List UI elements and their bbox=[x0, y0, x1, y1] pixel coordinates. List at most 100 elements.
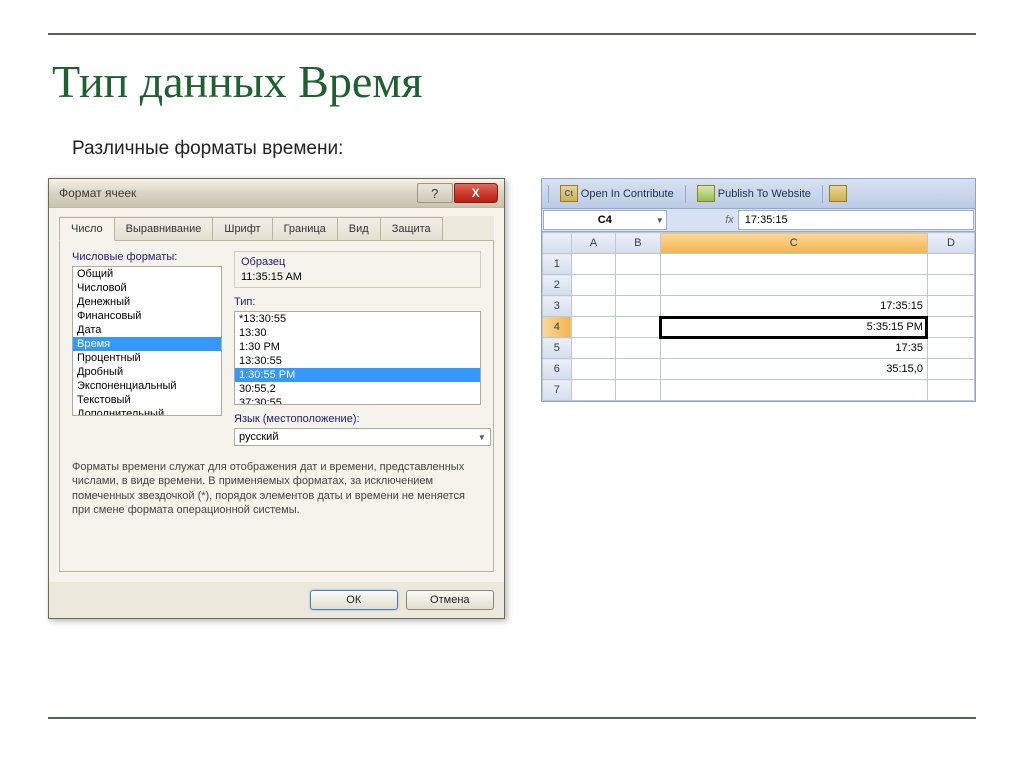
cancel-button[interactable]: Отмена bbox=[406, 590, 494, 610]
help-button[interactable]: ? bbox=[417, 183, 453, 203]
name-box-value: C4 bbox=[598, 214, 612, 226]
contribute-icon: Ct bbox=[560, 185, 578, 202]
format-option[interactable]: Дата bbox=[73, 323, 221, 337]
cell[interactable] bbox=[927, 275, 974, 296]
type-option[interactable]: *13:30:55 bbox=[235, 312, 480, 326]
cell[interactable] bbox=[616, 380, 660, 401]
toolbar-extra-icon[interactable] bbox=[829, 185, 847, 202]
format-option[interactable]: Текстовый bbox=[73, 393, 221, 407]
row-header[interactable]: 2 bbox=[542, 275, 571, 296]
row-header[interactable]: 4 bbox=[542, 317, 571, 338]
cell[interactable] bbox=[616, 317, 660, 338]
number-formats-label: Числовые форматы: bbox=[72, 251, 222, 263]
cell[interactable]: 17:35 bbox=[660, 338, 927, 359]
format-option[interactable]: Процентный bbox=[73, 351, 221, 365]
cell[interactable] bbox=[927, 317, 974, 338]
cell[interactable]: 35:15,0 bbox=[660, 359, 927, 380]
slide-title: Тип данных Время bbox=[52, 55, 976, 108]
cell[interactable] bbox=[571, 296, 615, 317]
formula-value: 17:35:15 bbox=[745, 214, 788, 226]
type-option[interactable]: 13:30 bbox=[235, 326, 480, 340]
column-header[interactable]: D bbox=[927, 233, 974, 254]
cell[interactable] bbox=[571, 317, 615, 338]
open-in-contribute-button[interactable]: Ct Open In Contribute bbox=[555, 183, 679, 204]
tab-шрифт[interactable]: Шрифт bbox=[212, 217, 272, 241]
format-option[interactable]: Дополнительный bbox=[73, 407, 221, 416]
type-option[interactable]: 1:30 PM bbox=[235, 340, 480, 354]
cell[interactable] bbox=[571, 338, 615, 359]
dialog-title: Формат ячеек bbox=[59, 186, 417, 200]
open-contribute-label: Open In Contribute bbox=[581, 188, 674, 200]
type-option[interactable]: 13:30:55 bbox=[235, 354, 480, 368]
cell[interactable] bbox=[927, 296, 974, 317]
cell[interactable] bbox=[927, 380, 974, 401]
tab-вид[interactable]: Вид bbox=[337, 217, 381, 241]
formula-input[interactable]: 17:35:15 bbox=[738, 210, 974, 230]
format-option[interactable]: Экспоненциальный bbox=[73, 379, 221, 393]
format-option[interactable]: Общий bbox=[73, 267, 221, 281]
type-option[interactable]: 30:55,2 bbox=[235, 382, 480, 396]
tab-число[interactable]: Число bbox=[59, 217, 115, 241]
cell[interactable] bbox=[616, 254, 660, 275]
format-option[interactable]: Числовой bbox=[73, 281, 221, 295]
cell[interactable]: 17:35:15 bbox=[660, 296, 927, 317]
chevron-down-icon[interactable]: ▼ bbox=[656, 216, 664, 225]
publish-label: Publish To Website bbox=[718, 188, 811, 200]
dialog-titlebar[interactable]: Формат ячеек ? X bbox=[49, 179, 504, 208]
column-header[interactable]: C bbox=[660, 233, 927, 254]
cell[interactable] bbox=[927, 254, 974, 275]
number-formats-listbox[interactable]: ОбщийЧисловойДенежныйФинансовыйДатаВремя… bbox=[72, 266, 222, 416]
fx-label[interactable]: fx bbox=[668, 209, 738, 231]
close-button[interactable]: X bbox=[454, 183, 498, 203]
row-header[interactable]: 3 bbox=[542, 296, 571, 317]
spreadsheet-grid[interactable]: ABCD 123 17:35:15 4 5:35:15 PM 5 17:35 6 35:15,0… bbox=[542, 232, 975, 401]
cell[interactable] bbox=[616, 359, 660, 380]
type-label: Тип: bbox=[234, 296, 481, 308]
cell[interactable] bbox=[571, 254, 615, 275]
sample-label: Образец bbox=[241, 256, 474, 268]
locale-label: Язык (местоположение): bbox=[234, 413, 481, 425]
locale-dropdown[interactable]: русский ▼ bbox=[234, 428, 491, 446]
publish-to-website-button[interactable]: Publish To Website bbox=[692, 183, 816, 204]
cell[interactable] bbox=[616, 275, 660, 296]
cell[interactable] bbox=[660, 254, 927, 275]
format-description: Форматы времени служат для отображения д… bbox=[72, 460, 481, 517]
cell[interactable] bbox=[660, 275, 927, 296]
cell[interactable]: 5:35:15 PM bbox=[660, 317, 927, 338]
formula-bar: C4 ▼ fx 17:35:15 bbox=[542, 209, 975, 232]
format-option[interactable]: Финансовый bbox=[73, 309, 221, 323]
ok-button[interactable]: ОК bbox=[310, 590, 398, 610]
tab-number-panel: Числовые форматы: ОбщийЧисловойДенежныйФ… bbox=[59, 240, 494, 572]
row-header[interactable]: 7 bbox=[542, 380, 571, 401]
chevron-down-icon: ▼ bbox=[478, 433, 486, 442]
column-header[interactable]: B bbox=[616, 233, 660, 254]
tab-граница[interactable]: Граница bbox=[272, 217, 338, 241]
cell[interactable] bbox=[660, 380, 927, 401]
type-option[interactable]: 37:30:55 bbox=[235, 396, 480, 405]
sample-group: Образец 11:35:15 AM bbox=[234, 251, 481, 288]
format-option[interactable]: Денежный bbox=[73, 295, 221, 309]
type-option[interactable]: 1:30:55 PM bbox=[235, 368, 480, 382]
dialog-tabstrip: ЧислоВыравниваниеШрифтГраницаВидЗащита bbox=[59, 216, 494, 240]
cell[interactable] bbox=[927, 359, 974, 380]
column-header[interactable]: A bbox=[571, 233, 615, 254]
cell[interactable] bbox=[571, 359, 615, 380]
cell[interactable] bbox=[616, 338, 660, 359]
slide-subtitle: Различные форматы времени: bbox=[72, 138, 976, 160]
tab-защита[interactable]: Защита bbox=[380, 217, 443, 241]
row-header[interactable]: 6 bbox=[542, 359, 571, 380]
sample-value: 11:35:15 AM bbox=[241, 271, 474, 283]
tab-выравнивание[interactable]: Выравнивание bbox=[114, 217, 214, 241]
cell[interactable] bbox=[616, 296, 660, 317]
row-header[interactable]: 5 bbox=[542, 338, 571, 359]
cell[interactable] bbox=[571, 380, 615, 401]
format-option[interactable]: Время bbox=[73, 337, 221, 351]
select-all-corner[interactable] bbox=[542, 233, 571, 254]
contribute-toolbar: Ct Open In Contribute Publish To Website bbox=[542, 179, 975, 209]
name-box[interactable]: C4 ▼ bbox=[543, 210, 667, 230]
format-option[interactable]: Дробный bbox=[73, 365, 221, 379]
time-type-listbox[interactable]: *13:30:5513:301:30 PM13:30:551:30:55 PM3… bbox=[234, 311, 481, 405]
row-header[interactable]: 1 bbox=[542, 254, 571, 275]
cell[interactable] bbox=[927, 338, 974, 359]
cell[interactable] bbox=[571, 275, 615, 296]
